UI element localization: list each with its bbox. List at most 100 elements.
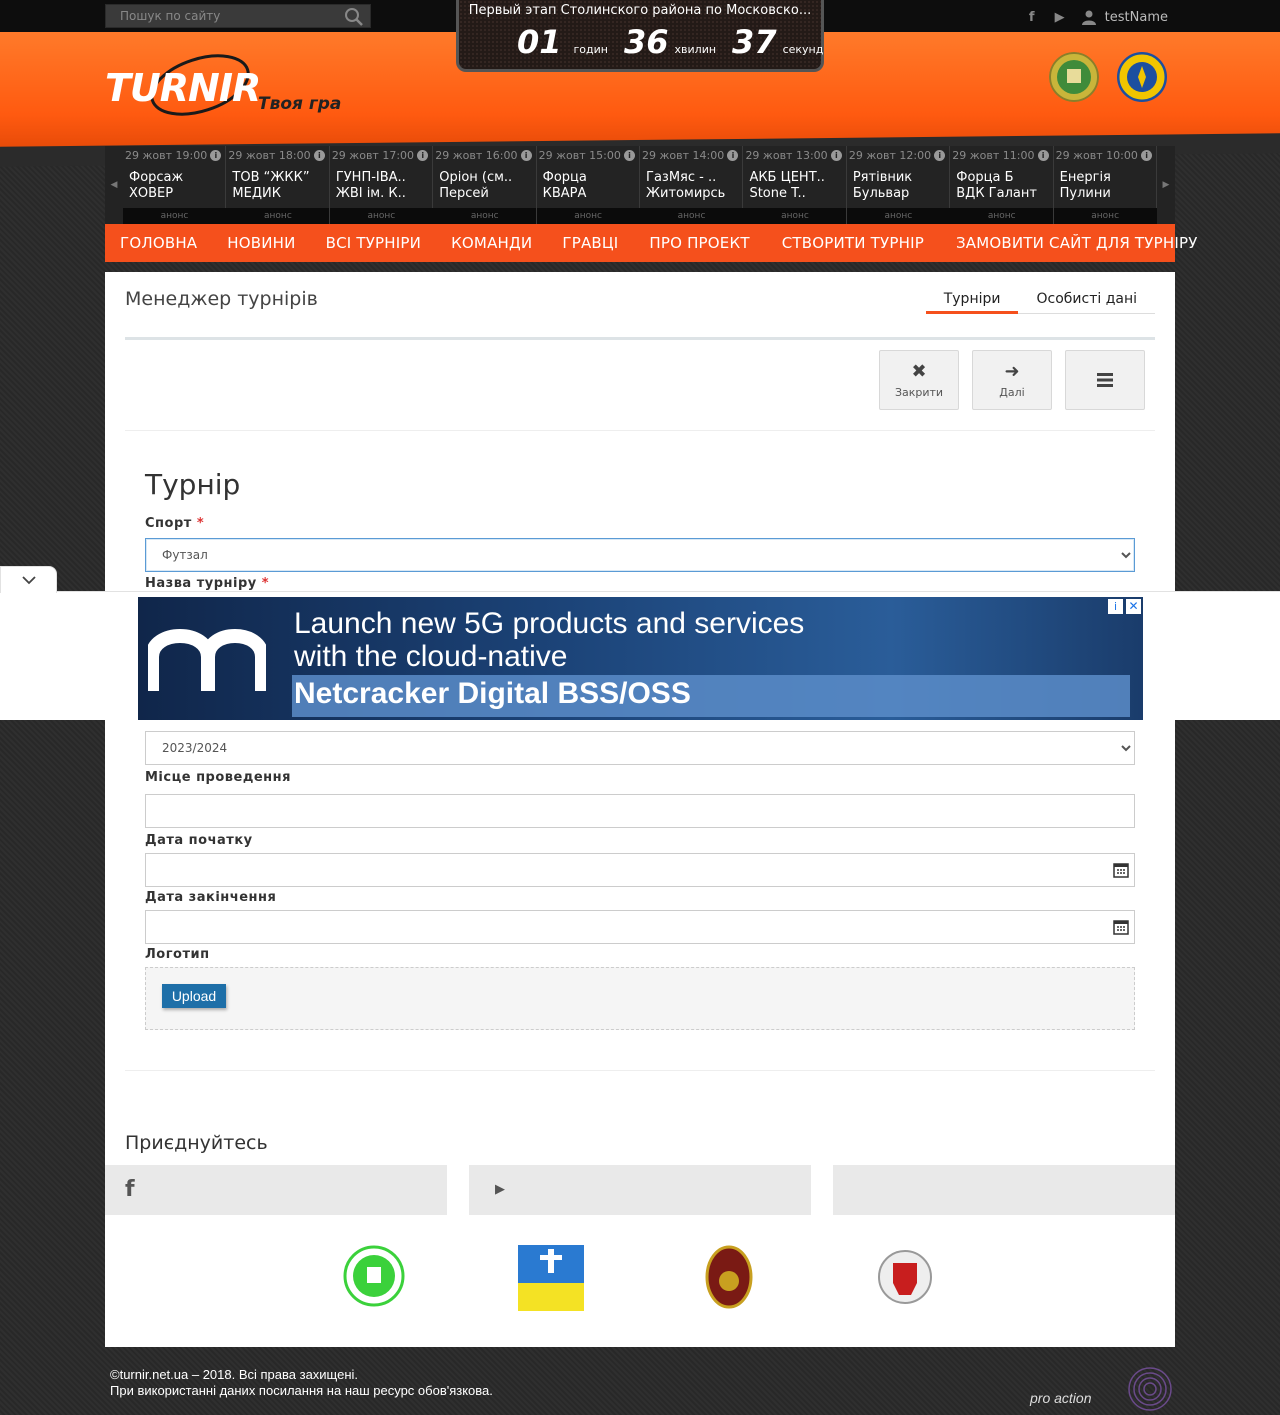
nav-home[interactable]: ГОЛОВНА [105,234,212,252]
youtube-icon[interactable]: ▶ [1053,10,1067,25]
info-icon[interactable]: i [1037,150,1049,161]
end-date-input[interactable] [145,910,1135,944]
strip-prev-icon[interactable]: ◀ [105,146,123,224]
ad-line-1: Launch new 5G products and services [294,607,805,640]
upload-button[interactable]: Upload [162,984,226,1008]
partner-logo-church[interactable] [518,1245,584,1311]
info-icon[interactable]: i [1141,150,1153,161]
match-team-home: АКБ ЦЕНТ.. [749,170,825,185]
ad-collapse-toggle[interactable] [0,566,57,593]
info-icon[interactable]: i [624,150,636,161]
sport-label: Спорт * [145,515,1135,532]
social-join-box-3[interactable] [833,1165,1175,1215]
tournament-name-label: Назва турніру * [145,575,1135,592]
countdown-timer: 01 годин 36 хвилин 37 секунд [517,26,839,58]
match-card[interactable]: 29 жовт 18:00 i ТОВ “ЖКК” МЕДИК анонс [226,146,330,224]
match-card[interactable]: 29 жовт 15:00 i Форца КВАРА анонс [536,146,641,224]
match-team-home: ГазМяс - .. [646,170,717,185]
match-status: анонс [950,208,1054,224]
main-nav: ГОЛОВНА НОВИНИ ВСІ ТУРНІРИ КОМАНДИ ГРАВЦІ ПРО… [105,224,1197,262]
sport-select[interactable]: Футзал [145,538,1135,572]
match-card[interactable]: 29 жовт 11:00 i Форца Б ВДК Галант анонс [950,146,1054,224]
match-card[interactable]: 29 жовт 13:00 i АКБ ЦЕНТ.. Stone T.. анонс [743,146,847,224]
nav-create-tournament[interactable]: СТВОРИТИ ТУРНІР [766,234,940,252]
tournament-countdown[interactable]: Первый этап Столинского района по Москов… [456,0,824,72]
match-card[interactable]: 29 жовт 10:00 i Енергія Пулини анонс [1053,146,1158,224]
venue-input[interactable] [145,794,1135,828]
partner-logo-fortuna[interactable] [705,1245,753,1309]
nav-about[interactable]: ПРО ПРОЕКТ [633,234,765,252]
search-icon[interactable] [344,7,364,27]
ad-banner[interactable]: Launch new 5G products and services with… [138,597,1143,720]
match-team-away: ВДК Галант [956,186,1037,201]
arrow-right-icon: ➜ [1004,360,1020,382]
match-card[interactable]: 29 жовт 14:00 i ГазМяс - .. Житомирсь анонс [640,146,744,224]
ad-close-icon[interactable]: ✕ [1126,599,1141,614]
match-date: 29 жовт 13:00 [745,149,828,162]
nav-teams[interactable]: КОМАНДИ [436,234,547,252]
tab-personal-data[interactable]: Особисті дані [1018,286,1155,314]
match-team-away: Бульвар [852,186,910,201]
title-divider [125,337,1155,340]
logo-word: TURNIR [105,66,261,110]
site-logo[interactable]: TURNIR Твоя гра [105,50,365,122]
ad-info-icon[interactable]: i [1108,599,1123,614]
match-card[interactable]: 29 жовт 19:00 i Форсаж ХОВЕР анонс [123,146,227,224]
action-toolbar: ✖ Закрити ➜ Далі [879,350,1145,410]
match-status: анонс [1053,208,1157,224]
strip-next-icon[interactable]: ▶ [1157,146,1175,224]
user-menu[interactable]: testName [1081,9,1168,25]
match-team-away: МЕДИК [232,186,281,201]
facebook-join-box[interactable]: f [105,1165,447,1215]
partner-logo-green[interactable] [343,1245,405,1307]
user-name: testName [1104,9,1168,25]
facebook-icon[interactable]: f [1025,10,1039,25]
info-icon[interactable]: i [417,150,429,161]
youtube-icon: ▶ [495,1182,505,1197]
match-card[interactable]: 29 жовт 17:00 i ГУНП-ІВА.. ЖВІ ім. К.. анонс [329,146,434,224]
info-icon[interactable]: i [830,150,842,161]
calendar-icon[interactable] [1113,862,1129,878]
tournament-name-label-text: Назва турніру [145,576,257,591]
countdown-seconds-label: секунд [782,43,824,56]
match-team-home: Рятівник [852,170,913,185]
nav-players[interactable]: ГРАВЦІ [547,234,633,252]
nav-order-site[interactable]: ЗАМОВИТИ САЙТ ДЛЯ ТУРНІРУ [940,234,1214,252]
nav-news[interactable]: НОВИНИ [212,234,310,252]
tab-tournaments[interactable]: Турніри [925,286,1019,314]
close-button[interactable]: ✖ Закрити [879,350,959,410]
logo-upload-area[interactable]: Upload [145,967,1135,1030]
countdown-minutes-label: хвилин [674,43,717,56]
logo-slogan: Твоя гра [258,94,342,114]
search-input[interactable] [106,5,336,27]
match-card[interactable]: 29 жовт 12:00 i Рятівник Бульвар анонс [846,146,951,224]
match-status: анонс [640,208,744,224]
info-icon[interactable]: i [520,150,532,161]
menu-button[interactable] [1065,350,1145,410]
calendar-icon[interactable] [1113,919,1129,935]
info-icon[interactable]: i [934,150,946,161]
info-icon[interactable]: i [727,150,739,161]
developer-credit[interactable]: pro action [1030,1390,1091,1406]
match-date: 29 жовт 18:00 [228,149,311,162]
footer-copyright: ©turnir.net.ua – 2018. Всі права захищен… [110,1367,359,1382]
match-card[interactable]: 29 жовт 16:00 i Оріон (см.. Персей анонс [433,146,537,224]
match-date: 29 жовт 17:00 [331,149,415,162]
countdown-title: Первый этап Столинского района по Москов… [468,3,812,18]
nav-all-tournaments[interactable]: ВСІ ТУРНІРИ [311,234,436,252]
info-icon[interactable]: i [313,150,325,161]
top-right-links: f ▶ testName [1025,8,1168,26]
next-button[interactable]: ➜ Далі [972,350,1052,410]
matches-list: 29 жовт 19:00 i Форсаж ХОВЕР анонс 29 жовт 18… [123,146,1158,224]
match-status: анонс [743,208,847,224]
end-date-label: Дата закінчення [145,890,277,905]
federation-badge-right[interactable] [1117,52,1167,102]
toolbar-divider [125,430,1155,431]
youtube-join-box[interactable]: ▶ [469,1165,811,1215]
partner-logo-fist[interactable] [877,1245,933,1309]
info-icon[interactable]: i [210,150,222,161]
season-select[interactable]: 2023/2024 [145,731,1135,765]
federation-badge-left[interactable] [1049,52,1099,102]
chevron-down-icon [21,576,36,585]
start-date-input[interactable] [145,853,1135,887]
